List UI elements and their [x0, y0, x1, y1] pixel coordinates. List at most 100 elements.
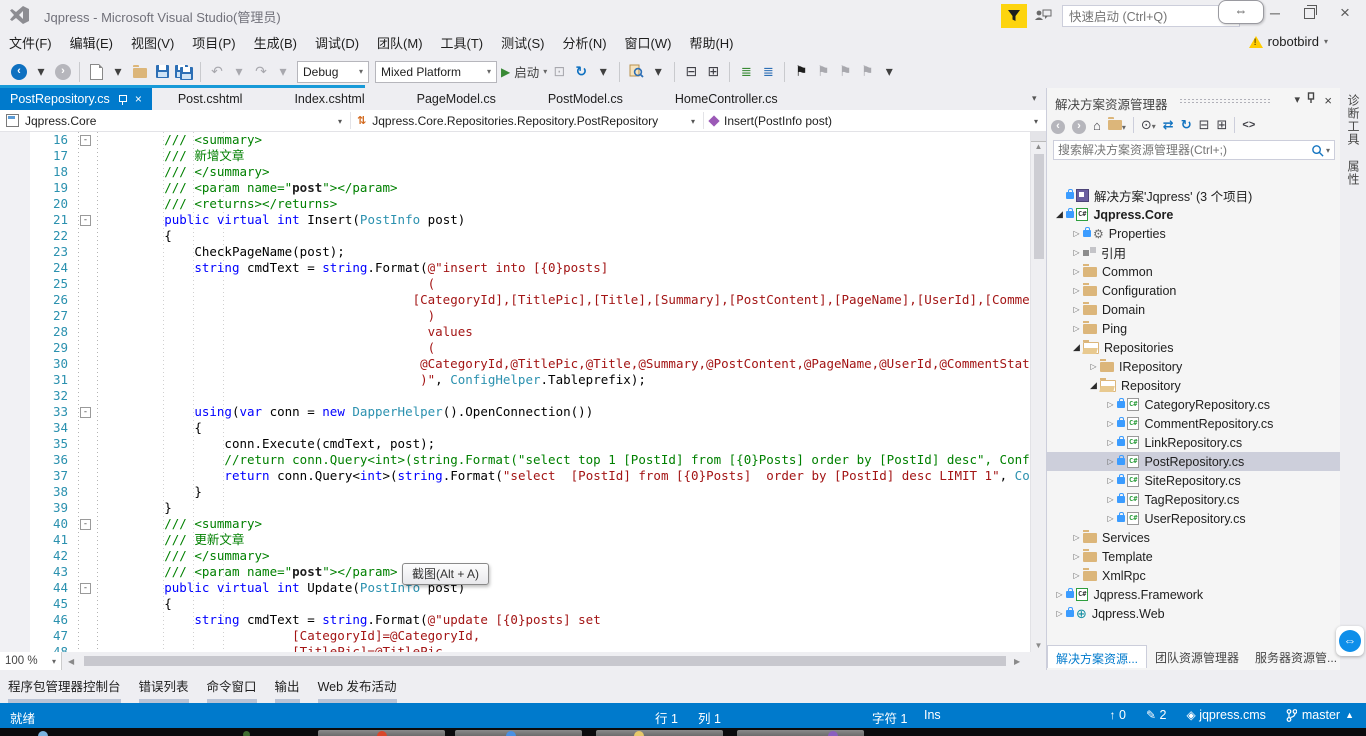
filter-button[interactable]	[1001, 4, 1027, 28]
switch-views-button[interactable]: ▾	[1108, 118, 1126, 133]
menu-item-6[interactable]: 团队(M)	[368, 33, 432, 52]
collapsed-arrow-icon[interactable]: ▷	[1070, 305, 1083, 314]
collapsed-arrow-icon[interactable]: ▷	[1070, 229, 1083, 238]
refresh-button[interactable]: ↻	[1181, 117, 1192, 133]
zoom-combobox[interactable]: 100 %▾	[0, 652, 62, 670]
close-button[interactable]: ×	[1328, 0, 1362, 26]
member-dropdown[interactable]: Insert(PostInfo post)	[704, 110, 1034, 131]
type-dropdown[interactable]: ⇅ Jqpress.Core.Repositories.Repository.P…	[351, 110, 703, 131]
editor-vertical-scrollbar[interactable]: ▲ ▼	[1030, 132, 1046, 652]
redo-dropdown[interactable]: ▾	[273, 60, 293, 84]
refresh-dropdown[interactable]: ▾	[593, 60, 613, 84]
vertical-scroll-thumb[interactable]	[1034, 154, 1044, 259]
collapsed-arrow-icon[interactable]: ▷	[1104, 476, 1117, 485]
undo-dropdown[interactable]: ▾	[229, 60, 249, 84]
collapsed-arrow-icon[interactable]: ▷	[1104, 495, 1117, 504]
tree-item-CommentRepository.cs[interactable]: ▷C#CommentRepository.cs	[1047, 414, 1340, 433]
bottom-tab-1[interactable]: 错误列表	[139, 670, 189, 703]
menu-item-10[interactable]: 窗口(W)	[616, 33, 681, 52]
tree-item-Jqpress.Core[interactable]: ◢C#Jqpress.Core	[1047, 205, 1340, 224]
document-tab-Index.cshtml[interactable]: Index.cshtml	[268, 88, 390, 110]
tree-item-TagRepository.cs[interactable]: ▷C#TagRepository.cs	[1047, 490, 1340, 509]
scroll-right-arrow[interactable]: ▶	[1014, 657, 1020, 666]
expanded-arrow-icon[interactable]: ◢	[1070, 342, 1083, 353]
forward-button[interactable]: ›	[1072, 117, 1086, 134]
collapsed-arrow-icon[interactable]: ▷	[1104, 457, 1117, 466]
solution-config-combobox[interactable]: Debug▾	[297, 61, 369, 83]
collapsed-arrow-icon[interactable]: ▷	[1104, 419, 1117, 428]
bookmark-dropdown[interactable]: ▾	[879, 60, 899, 84]
bottom-tab-3[interactable]: 输出	[275, 670, 300, 703]
tree-item-Repositories[interactable]: ◢Repositories	[1047, 338, 1340, 357]
tree-item-Domain[interactable]: ▷Domain	[1047, 300, 1340, 319]
fold-collapse-box[interactable]: -	[80, 407, 91, 418]
prev-bookmark-button[interactable]: ⚑	[813, 60, 833, 84]
tree-item-Ping[interactable]: ▷Ping	[1047, 319, 1340, 338]
tab-diagnostic-tools[interactable]: 诊断工具	[1345, 94, 1362, 146]
teamviewer-floating-icon[interactable]: ⇔	[1336, 626, 1364, 656]
account-widget[interactable]: robotbird ▾	[1249, 34, 1328, 49]
tree-item-IRepository[interactable]: ▷IRepository	[1047, 357, 1340, 376]
tree-item-Template[interactable]: ▷Template	[1047, 547, 1340, 566]
git-incoming-commits[interactable]: ↑ 0	[1110, 708, 1126, 722]
redo-button[interactable]: ↷	[251, 60, 271, 84]
document-tab-Post.cshtml[interactable]: Post.cshtml	[152, 88, 269, 110]
solution-search-box[interactable]: ▾	[1053, 140, 1335, 160]
horizontal-scroll-thumb[interactable]	[84, 656, 1006, 666]
menu-item-5[interactable]: 调试(D)	[306, 33, 368, 52]
tree-item-Configuration[interactable]: ▷Configuration	[1047, 281, 1340, 300]
scroll-down-arrow[interactable]: ▼	[1031, 641, 1046, 650]
tab-well-dropdown[interactable]: ▾	[1032, 93, 1037, 104]
menu-item-9[interactable]: 分析(N)	[553, 33, 615, 52]
minimize-button[interactable]: ─	[1258, 0, 1292, 26]
fold-collapse-box[interactable]: -	[80, 135, 91, 146]
se-bottom-tab-2[interactable]: 服务器资源管...	[1247, 645, 1345, 668]
collapsed-arrow-icon[interactable]: ▷	[1070, 324, 1083, 333]
fold-collapse-box[interactable]: -	[80, 519, 91, 530]
find-in-files-button[interactable]	[626, 60, 646, 84]
collapsed-arrow-icon[interactable]: ▷	[1070, 571, 1083, 580]
fold-collapse-box[interactable]: -	[80, 583, 91, 594]
collapsed-arrow-icon[interactable]: ▷	[1070, 552, 1083, 561]
collapsed-arrow-icon[interactable]: ▷	[1053, 609, 1066, 618]
new-file-dropdown[interactable]: ▾	[108, 60, 128, 84]
navigate-back-dropdown[interactable]: ▾	[31, 60, 51, 84]
tree-item-解决方案'Jqpress' (3 个项目)[interactable]: 解决方案'Jqpress' (3 个项目)	[1047, 186, 1340, 205]
properties-copy-button[interactable]: ⊞	[1217, 117, 1228, 133]
expanded-arrow-icon[interactable]: ◢	[1053, 209, 1066, 220]
collapsed-arrow-icon[interactable]: ▷	[1104, 514, 1117, 523]
search-icon[interactable]	[1311, 144, 1324, 157]
toolbar-overflow-dropdown[interactable]: ▾	[648, 60, 668, 84]
solution-platform-combobox[interactable]: Mixed Platform▾	[375, 61, 497, 83]
navigate-back-button[interactable]: ‹	[9, 60, 29, 84]
expanded-arrow-icon[interactable]: ◢	[1087, 380, 1100, 391]
collapsed-arrow-icon[interactable]: ▷	[1104, 400, 1117, 409]
quick-launch-search[interactable]	[1062, 5, 1240, 27]
document-tab-PostModel.cs[interactable]: PostModel.cs	[522, 88, 649, 110]
document-tab-PostRepository.cs[interactable]: PostRepository.cs×	[0, 88, 152, 110]
close-icon[interactable]: ×	[135, 93, 142, 105]
open-file-button[interactable]	[130, 60, 150, 84]
menu-item-3[interactable]: 项目(P)	[183, 33, 244, 52]
menu-item-4[interactable]: 生成(B)	[245, 33, 306, 52]
comment-selection-button[interactable]: ≣	[736, 60, 756, 84]
expand-outline-button[interactable]: ⊞	[703, 60, 723, 84]
collapsed-arrow-icon[interactable]: ▷	[1087, 362, 1100, 371]
fold-collapse-box[interactable]: -	[80, 215, 91, 226]
bottom-tab-2[interactable]: 命令窗口	[207, 670, 257, 703]
uncomment-selection-button[interactable]: ≣	[758, 60, 778, 84]
tree-item-引用[interactable]: ▷引用	[1047, 243, 1340, 262]
undo-button[interactable]: ↶	[207, 60, 227, 84]
collapsed-arrow-icon[interactable]: ▷	[1070, 248, 1083, 257]
document-tab-PageModel.cs[interactable]: PageModel.cs	[391, 88, 522, 110]
close-icon[interactable]: ×	[1324, 93, 1332, 108]
collapsed-arrow-icon[interactable]: ▷	[1070, 267, 1083, 276]
collapsed-arrow-icon[interactable]: ▷	[1070, 533, 1083, 542]
save-all-button[interactable]	[174, 60, 194, 84]
view-code-button[interactable]: <>	[1242, 119, 1255, 131]
refresh-button[interactable]: ↻	[571, 60, 591, 84]
scrollbar-splitter[interactable]	[1031, 132, 1046, 142]
pin-icon[interactable]	[118, 94, 127, 105]
scroll-up-arrow[interactable]: ▲	[1031, 142, 1046, 151]
bottom-tab-0[interactable]: 程序包管理器控制台	[8, 670, 121, 703]
